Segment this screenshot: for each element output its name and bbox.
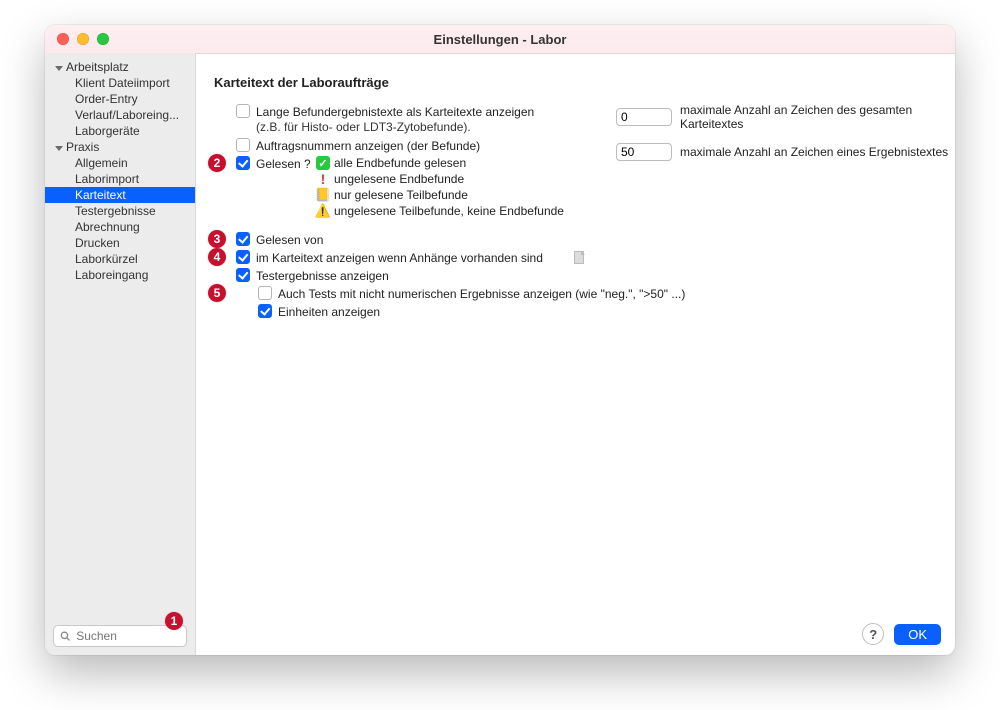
legend-all-end-read: alle Endbefunde gelesen bbox=[334, 156, 466, 170]
warning-icon: ⚠️ bbox=[316, 204, 330, 218]
label-max-result-chars: maximale Anzahl an Zeichen eines Ergebni… bbox=[680, 145, 948, 159]
checkbox-gelesen[interactable] bbox=[236, 156, 250, 170]
zoom-window-button[interactable] bbox=[97, 33, 109, 45]
annotation-4: 4 bbox=[208, 248, 226, 266]
label-gelesen: Gelesen ? bbox=[256, 156, 316, 172]
sidebar-search[interactable] bbox=[53, 625, 187, 647]
settings-window: Einstellungen - Labor Arbeitsplatz Klien… bbox=[45, 25, 955, 655]
input-max-total-chars[interactable] bbox=[616, 108, 672, 126]
annotation-1: 1 bbox=[165, 612, 183, 630]
ok-button[interactable]: OK bbox=[894, 624, 941, 645]
sidebar-item-drucken[interactable]: Drucken bbox=[45, 235, 195, 251]
checkbox-order-numbers[interactable] bbox=[236, 138, 250, 152]
check-green-icon: ✓ bbox=[316, 156, 330, 170]
label-einheiten: Einheiten anzeigen bbox=[278, 304, 380, 320]
annotation-2: 2 bbox=[208, 154, 226, 172]
chevron-down-icon bbox=[55, 66, 63, 71]
sidebar-item-klient-dateiimport[interactable]: Klient Dateiimport bbox=[45, 75, 195, 91]
sidebar-item-karteitext[interactable]: Karteitext bbox=[45, 187, 195, 203]
label-auch-nicht-num: Auch Tests mit nicht numerischen Ergebni… bbox=[278, 286, 685, 302]
note-yellow-icon: 📒 bbox=[316, 188, 330, 202]
traffic-lights bbox=[45, 33, 109, 45]
annotation-3: 3 bbox=[208, 230, 226, 248]
sidebar-item-laboreingang[interactable]: Laboreingang bbox=[45, 267, 195, 283]
sidebar-group-arbeitsplatz[interactable]: Arbeitsplatz bbox=[45, 59, 195, 75]
label-anhaenge: im Karteitext anzeigen wenn Anhänge vorh… bbox=[256, 250, 566, 266]
sidebar-item-laborimport[interactable]: Laborimport bbox=[45, 171, 195, 187]
checkbox-anhaenge[interactable] bbox=[236, 250, 250, 264]
legend-partial-read: nur gelesene Teilbefunde bbox=[334, 188, 468, 202]
checkbox-gelesen-von[interactable] bbox=[236, 232, 250, 246]
sidebar-item-verlauf-laboreingang[interactable]: Verlauf/Laboreing... bbox=[45, 107, 195, 123]
chevron-down-icon bbox=[55, 146, 63, 151]
label-long-results: Lange Befundergebnistexte als Karteitext… bbox=[256, 104, 534, 120]
attachment-page-icon bbox=[572, 250, 586, 264]
sidebar-search-input[interactable] bbox=[74, 628, 180, 644]
window-title: Einstellungen - Labor bbox=[45, 32, 955, 47]
sidebar-group-praxis[interactable]: Praxis bbox=[45, 139, 195, 155]
annotation-5: 5 bbox=[208, 284, 226, 302]
label-order-numbers: Auftragsnummern anzeigen (der Befunde) bbox=[256, 138, 480, 154]
sidebar-group-label: Praxis bbox=[66, 140, 99, 154]
search-icon bbox=[60, 630, 70, 642]
sidebar-item-order-entry[interactable]: Order-Entry bbox=[45, 91, 195, 107]
legend-unread-end: ungelesene Endbefunde bbox=[334, 172, 464, 186]
label-gelesen-von: Gelesen von bbox=[256, 232, 323, 248]
sidebar-item-abrechnung[interactable]: Abrechnung bbox=[45, 219, 195, 235]
help-button[interactable]: ? bbox=[862, 623, 884, 645]
sidebar-item-testergebnisse[interactable]: Testergebnisse bbox=[45, 203, 195, 219]
legend-unread-partial: ungelesene Teilbefunde, keine Endbefunde bbox=[334, 204, 564, 218]
label-max-total-chars: maximale Anzahl an Zeichen des gesamten … bbox=[680, 103, 955, 131]
input-max-result-chars[interactable] bbox=[616, 143, 672, 161]
checkbox-long-results[interactable] bbox=[236, 104, 250, 118]
section-title: Karteitext der Laboraufträge bbox=[214, 75, 937, 90]
sidebar-tree: Arbeitsplatz Klient Dateiimport Order-En… bbox=[45, 53, 195, 617]
minimize-window-button[interactable] bbox=[77, 33, 89, 45]
sidebar-group-label: Arbeitsplatz bbox=[66, 60, 129, 74]
label-testergebnisse: Testergebnisse anzeigen bbox=[256, 268, 389, 284]
close-window-button[interactable] bbox=[57, 33, 69, 45]
checkbox-testergebnisse[interactable] bbox=[236, 268, 250, 282]
sidebar-item-laborkuerzel[interactable]: Laborkürzel bbox=[45, 251, 195, 267]
content-pane: Karteitext der Laboraufträge Lange Befun… bbox=[196, 53, 955, 655]
sublabel-long-results: (z.B. für Histo- oder LDT3-Zytobefunde). bbox=[256, 120, 534, 134]
sidebar-item-allgemein[interactable]: Allgemein bbox=[45, 155, 195, 171]
titlebar: Einstellungen - Labor bbox=[45, 25, 955, 54]
checkbox-auch-nicht-num[interactable] bbox=[258, 286, 272, 300]
sidebar-item-laborgeraete[interactable]: Laborgeräte bbox=[45, 123, 195, 139]
exclamation-red-icon: ! bbox=[316, 172, 330, 186]
checkbox-einheiten[interactable] bbox=[258, 304, 272, 318]
sidebar: Arbeitsplatz Klient Dateiimport Order-En… bbox=[45, 53, 196, 655]
